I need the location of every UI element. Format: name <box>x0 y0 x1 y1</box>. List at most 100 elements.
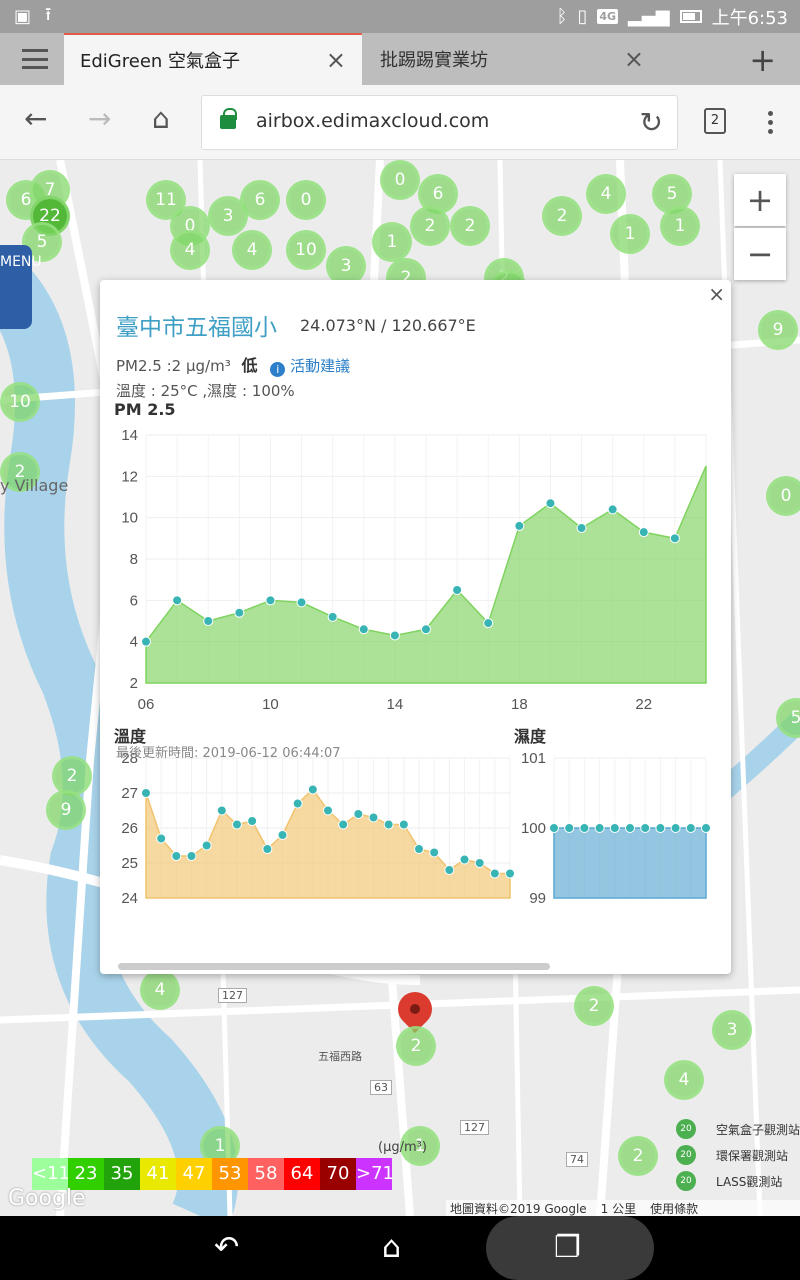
pm25-chart-ytick: 2 <box>130 675 138 692</box>
legend-lass-station: 20 LASS觀測站 <box>646 1168 800 1194</box>
new-tab-plus-icon[interactable]: + <box>749 41 776 79</box>
lock-icon <box>220 108 237 129</box>
tab-strip: EdiGreen 空氣盒子 × 批踢踢實業坊 × + <box>0 33 800 85</box>
temperature-chart-point <box>141 788 151 798</box>
map-canvas[interactable]: 6722511036044103061222234521191020295423… <box>0 160 800 1216</box>
menu-tab-button[interactable]: MENU <box>0 245 42 329</box>
humidity-chart-ytick: 99 <box>529 890 546 907</box>
tab-edigreen[interactable]: EdiGreen 空氣盒子 × <box>64 33 362 85</box>
station-cluster[interactable]: 1 <box>610 214 650 254</box>
map-attribution: 地圖資料©2019 Google 1 公里 使用條款 <box>446 1200 800 1216</box>
vibrate-icon: ▯ <box>577 6 588 27</box>
pm25-chart-ytick: 12 <box>121 468 138 485</box>
station-cluster[interactable]: 4 <box>232 230 272 270</box>
humidity-chart-area <box>553 827 707 899</box>
temperature-chart-point <box>414 844 424 854</box>
back-arrow-icon[interactable]: ← <box>24 105 47 133</box>
station-cluster[interactable]: 1 <box>660 206 700 246</box>
pm25-chart-xtick: 18 <box>511 696 528 713</box>
pm25-chart-point <box>576 523 587 533</box>
legend-swatch: 70 <box>320 1158 356 1190</box>
station-cluster[interactable]: 4 <box>170 230 210 270</box>
legend-swatch: 53 <box>212 1158 248 1190</box>
legend-swatch: 41 <box>140 1158 176 1190</box>
pm25-chart-point <box>669 533 680 544</box>
overflow-menu-icon[interactable] <box>768 111 774 138</box>
humidity-chart-point <box>564 823 575 833</box>
temperature-chart-point <box>277 830 288 840</box>
legend-swatch: 35 <box>104 1158 140 1190</box>
humidity-chart-point <box>549 823 559 833</box>
station-cluster[interactable]: 0 <box>766 476 800 516</box>
address-bar[interactable]: airbox.edimaxcloud.com ↻ <box>201 95 678 150</box>
temperature-chart-point <box>292 798 303 809</box>
humidity-chart-point <box>625 823 635 833</box>
station-cluster[interactable]: 2 <box>410 206 450 246</box>
attribution-text[interactable]: 地圖資料©2019 Google <box>450 1200 587 1216</box>
tab-count-button[interactable]: 2 <box>704 108 726 134</box>
tab-title: EdiGreen 空氣盒子 <box>80 51 241 72</box>
station-cluster[interactable]: 10 <box>286 230 326 270</box>
popup-scrollbar[interactable] <box>118 963 550 970</box>
station-cluster[interactable]: 9 <box>46 790 86 830</box>
temperature-chart-point <box>186 851 197 861</box>
gallery-icon: ▣ <box>14 6 32 27</box>
terms-link[interactable]: 使用條款 <box>650 1200 698 1216</box>
android-nav-bar: ↶ ⌂ ❐ <box>0 1216 800 1280</box>
temperature-chart-ytick: 25 <box>121 855 138 872</box>
zoom-in-button[interactable]: + <box>734 174 786 226</box>
forward-arrow-icon[interactable]: → <box>88 105 111 133</box>
reload-icon[interactable]: ↻ <box>640 106 663 139</box>
back-nav-icon[interactable]: ↶ <box>214 1230 239 1265</box>
url-text[interactable]: airbox.edimaxcloud.com <box>256 110 489 132</box>
station-info-popup: × 臺中市五福國小 24.073°N / 120.667°E PM2.5 :2 … <box>100 280 731 974</box>
legend-epa-station: 20 環保署觀測站 <box>646 1142 800 1168</box>
station-cluster[interactable]: 1 <box>372 222 412 262</box>
pm25-chart-point <box>172 595 183 606</box>
legend-swatch: >71 <box>356 1158 394 1190</box>
pm25-chart-point <box>141 636 151 647</box>
last-updated: 最後更新時間: 2019-06-12 06:44:07 <box>116 746 341 761</box>
pm25-chart-point <box>389 630 400 641</box>
temperature-chart-point <box>444 865 455 875</box>
home-nav-icon[interactable]: ⌂ <box>382 1230 401 1265</box>
tab-close-icon[interactable]: × <box>624 47 644 71</box>
temperature-chart-point <box>323 805 333 816</box>
epa-station-icon: 20 <box>676 1145 696 1165</box>
station-cluster[interactable]: 4 <box>586 174 626 214</box>
charts-svg: 141210864206 10 14 18 22282726252410110099 <box>121 427 711 907</box>
station-cluster[interactable]: 0 <box>286 180 326 220</box>
temperature-chart-point <box>156 833 167 844</box>
humidity-chart-point <box>685 823 696 833</box>
temperature-chart-point <box>383 819 394 830</box>
temperature-chart-point <box>505 868 515 879</box>
station-cluster[interactable]: 2 <box>450 206 490 246</box>
tab-switcher-menu-icon[interactable] <box>22 49 48 69</box>
pm25-chart-point <box>234 607 245 618</box>
temperature-chart-point <box>489 868 500 879</box>
browser-toolbar: ← → ⌂ airbox.edimaxcloud.com ↻ 2 <box>0 85 800 160</box>
humidity-chart-point <box>594 823 605 833</box>
pm25-chart-xtick: 06 <box>138 696 155 713</box>
station-cluster[interactable]: 0 <box>380 160 420 200</box>
temperature-chart-point <box>171 851 182 861</box>
status-right: ᛒ ▯ 4G ▂▄▆ 上午6:53 <box>557 4 800 30</box>
legend-swatch: 58 <box>248 1158 284 1190</box>
home-icon[interactable]: ⌂ <box>152 105 170 133</box>
humidity-chart-ytick: 101 <box>521 750 546 767</box>
recents-nav-button[interactable]: ❐ <box>486 1216 654 1280</box>
station-cluster[interactable]: 10 <box>0 382 40 422</box>
status-bar: ▣ ⭱ ᛒ ▯ 4G ▂▄▆ 上午6:53 <box>0 0 800 33</box>
humidity-chart-point <box>640 823 651 833</box>
zoom-out-button[interactable]: − <box>734 228 786 280</box>
tab-close-icon[interactable]: × <box>326 48 346 72</box>
station-cluster[interactable]: 2 <box>542 196 582 236</box>
temperature-chart-ytick: 26 <box>121 820 138 837</box>
pm25-chart-ytick: 6 <box>130 592 138 609</box>
humidity-chart-ytick: 100 <box>521 820 546 837</box>
station-cluster[interactable]: 6 <box>240 180 280 220</box>
station-cluster[interactable]: 9 <box>758 310 798 350</box>
tab-ptt[interactable]: 批踢踢實業坊 × <box>364 33 660 85</box>
signal-icon: ▂▄▆ <box>628 6 670 27</box>
temperature-chart-point <box>307 784 318 795</box>
